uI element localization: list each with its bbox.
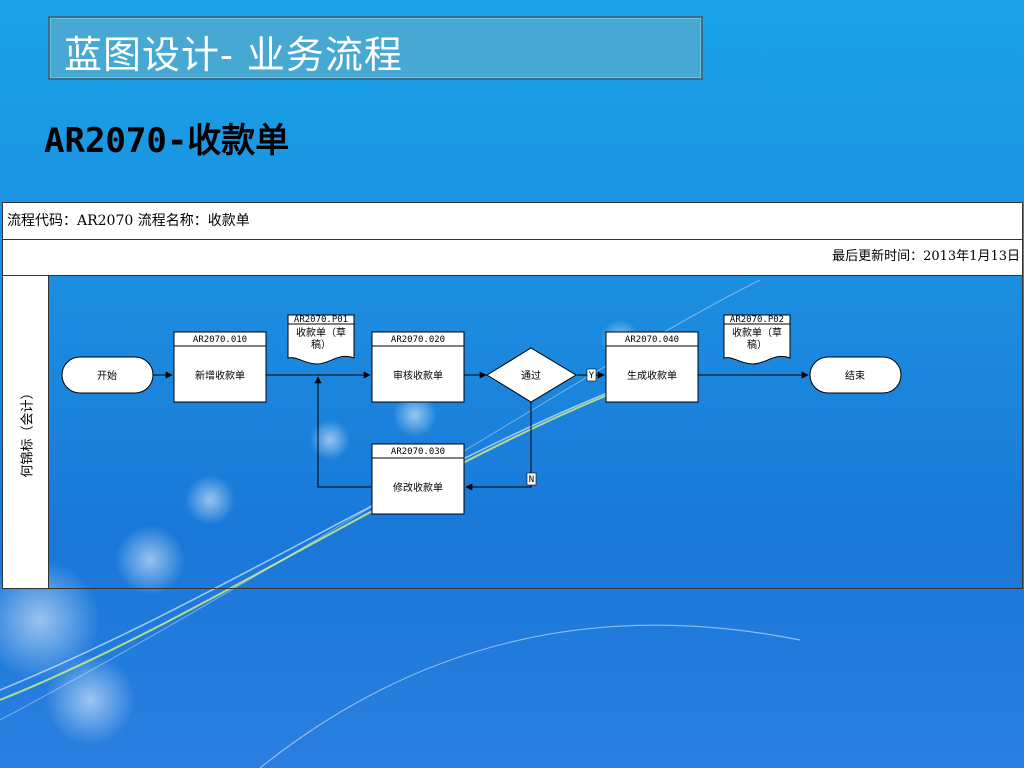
document-label-line1: 收款单（草 (732, 326, 782, 339)
branch-yes-label: Y (589, 371, 595, 381)
step-label: 修改收款单 (393, 481, 443, 494)
process-step-040: AR2070.040 生成收款单 (605, 331, 699, 403)
start-node: 开始 (61, 356, 154, 394)
step-label: 审核收款单 (393, 369, 443, 382)
branch-no-label: N (529, 475, 534, 485)
step-label: 新增收款单 (195, 369, 245, 382)
step-code: AR2070.020 (391, 335, 445, 345)
document-p01: AR2070.P01 收款单（草 稿） (287, 314, 355, 365)
connector-decision-no-to-030 (465, 402, 532, 491)
process-flow-diagram: 开始 AR2070.010 新增收款单 AR2070.P01 收款单（草 稿） … (61, 314, 902, 515)
step-label: 生成收款单 (627, 369, 677, 382)
branch-no-label-box: N (526, 472, 537, 486)
end-node: 结束 (809, 356, 902, 394)
process-step-010: AR2070.010 新增收款单 (173, 331, 267, 403)
decision-label: 通过 (521, 369, 541, 382)
step-code: AR2070.040 (625, 335, 679, 345)
document-code: AR2070.P02 (730, 315, 784, 325)
document-label-line1: 收款单（草 (296, 326, 346, 339)
end-label: 结束 (845, 369, 865, 382)
document-code: AR2070.P01 (294, 315, 348, 325)
document-label-line2: 稿） (311, 338, 331, 351)
connector-030-back-to-main (314, 376, 371, 488)
decision-node: 通过 (486, 347, 577, 403)
start-label: 开始 (97, 369, 117, 382)
step-code: AR2070.010 (193, 335, 247, 345)
branch-yes-label-box: Y (586, 368, 597, 382)
document-label-line2: 稿） (747, 338, 767, 351)
step-code: AR2070.030 (391, 447, 445, 457)
process-step-030: AR2070.030 修改收款单 (371, 443, 465, 515)
process-step-020: AR2070.020 审核收款单 (371, 331, 465, 403)
document-p02: AR2070.P02 收款单（草 稿） (723, 314, 791, 365)
